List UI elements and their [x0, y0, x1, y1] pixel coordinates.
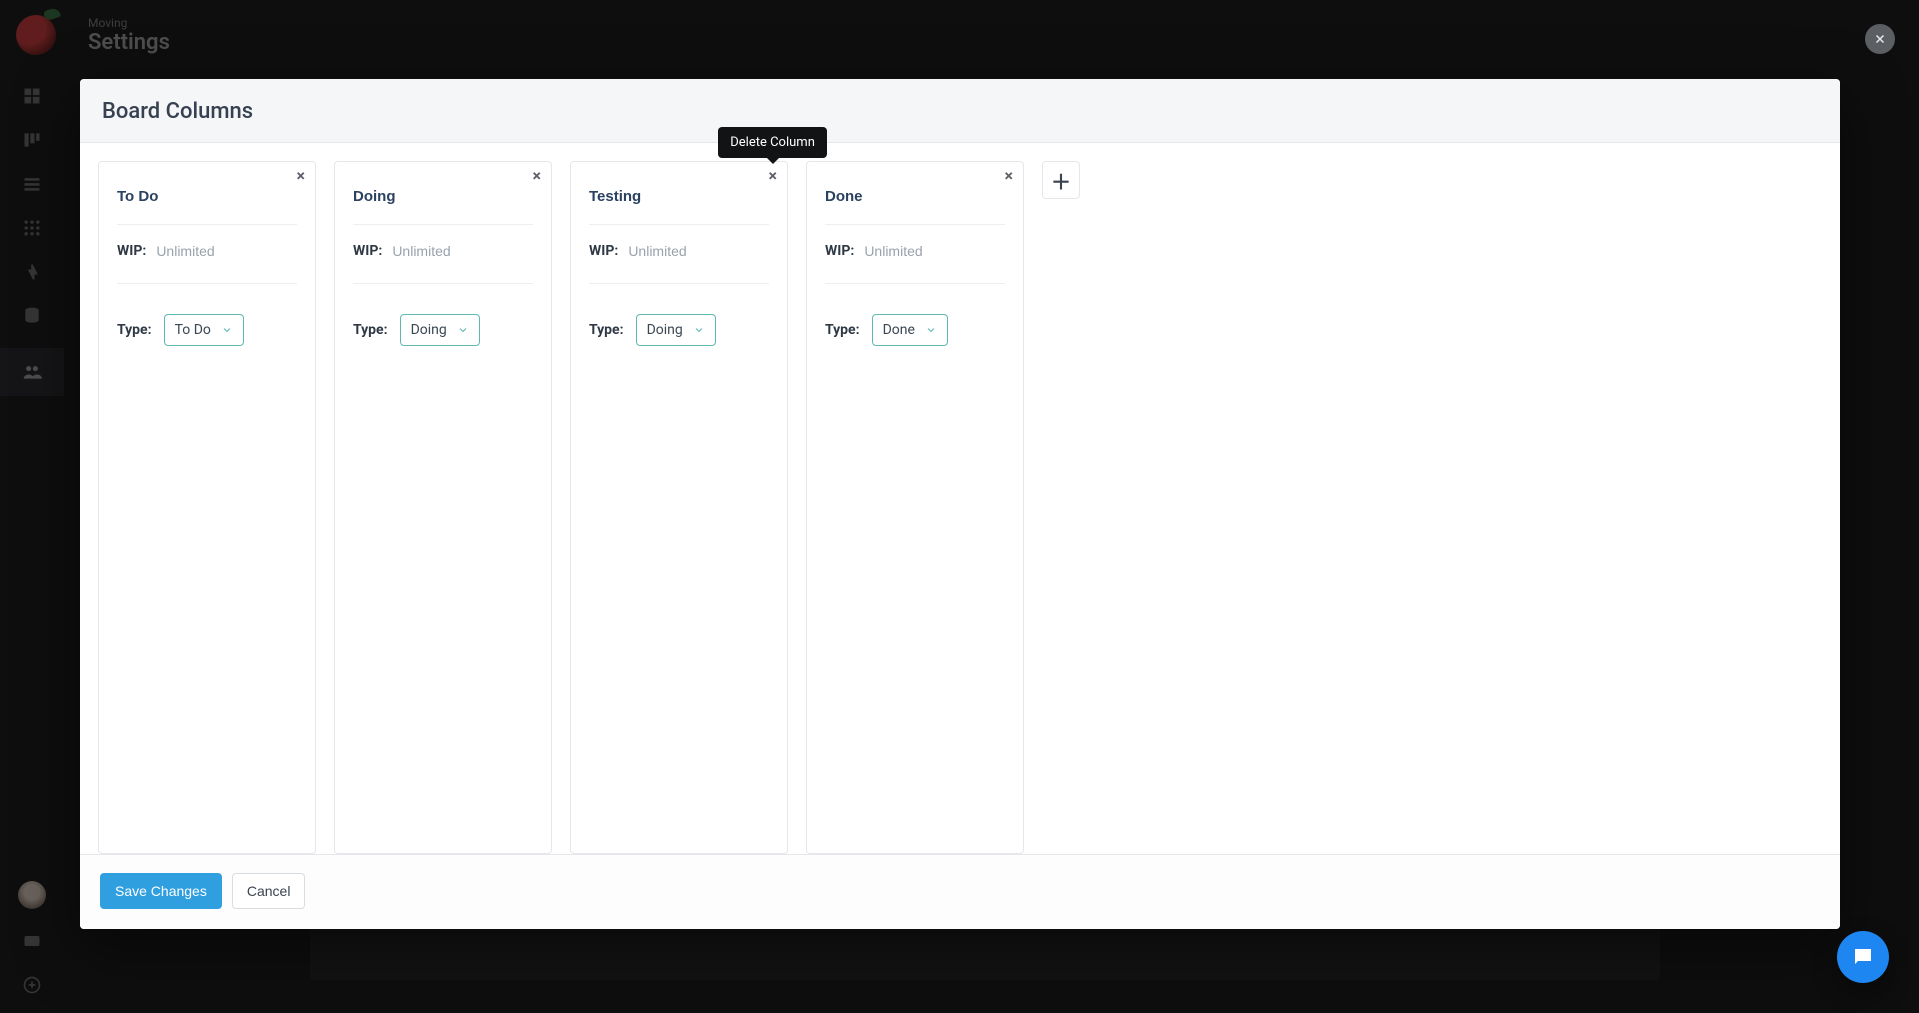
- close-icon[interactable]: ×: [297, 168, 306, 184]
- chevron-down-icon: [925, 324, 937, 336]
- column-name-input[interactable]: [589, 180, 769, 218]
- type-value: Doing: [411, 322, 447, 338]
- delete-column-tooltip: Delete Column: [718, 127, 827, 158]
- wip-input[interactable]: [392, 243, 502, 259]
- plus-icon: ＋: [1051, 166, 1071, 195]
- wip-label: WIP:: [117, 243, 146, 259]
- cancel-button[interactable]: Cancel: [232, 873, 306, 909]
- type-value: To Do: [175, 322, 211, 338]
- close-icon: [1873, 32, 1887, 46]
- wip-label: WIP:: [825, 243, 854, 259]
- column-card: × WIP: Type: Done: [806, 161, 1024, 854]
- columns-container: × WIP: Type: To Do ×: [80, 143, 1840, 854]
- type-label: Type:: [589, 322, 624, 338]
- board-columns-modal: Board Columns × WIP: Type: To Do: [80, 79, 1840, 929]
- column-name-input[interactable]: [353, 180, 533, 218]
- chat-button[interactable]: [1837, 931, 1889, 983]
- save-button[interactable]: Save Changes: [100, 873, 222, 909]
- type-value: Done: [883, 322, 915, 338]
- type-select[interactable]: Doing: [400, 314, 480, 346]
- type-select[interactable]: Doing: [636, 314, 716, 346]
- chevron-down-icon: [221, 324, 233, 336]
- wip-input[interactable]: [156, 243, 266, 259]
- add-column-button[interactable]: ＋: [1042, 161, 1080, 199]
- type-select[interactable]: To Do: [164, 314, 244, 346]
- close-icon[interactable]: ×: [769, 168, 778, 184]
- wip-input[interactable]: [628, 243, 738, 259]
- chat-icon: [1851, 945, 1875, 969]
- type-label: Type:: [353, 322, 388, 338]
- type-label: Type:: [117, 322, 152, 338]
- wip-input[interactable]: [864, 243, 974, 259]
- wip-label: WIP:: [589, 243, 618, 259]
- column-card: × WIP: Type: To Do: [98, 161, 316, 854]
- close-icon[interactable]: ×: [533, 168, 542, 184]
- chevron-down-icon: [693, 324, 705, 336]
- column-name-input[interactable]: [117, 180, 297, 218]
- modal-title: Board Columns: [102, 99, 1818, 124]
- wip-label: WIP:: [353, 243, 382, 259]
- column-card: × WIP: Type: Doing: [334, 161, 552, 854]
- type-value: Doing: [647, 322, 683, 338]
- type-label: Type:: [825, 322, 860, 338]
- modal-close-button[interactable]: [1865, 24, 1895, 54]
- chevron-down-icon: [457, 324, 469, 336]
- column-card: × WIP: Type: Doing: [570, 161, 788, 854]
- column-name-input[interactable]: [825, 180, 1005, 218]
- close-icon[interactable]: ×: [1005, 168, 1014, 184]
- type-select[interactable]: Done: [872, 314, 948, 346]
